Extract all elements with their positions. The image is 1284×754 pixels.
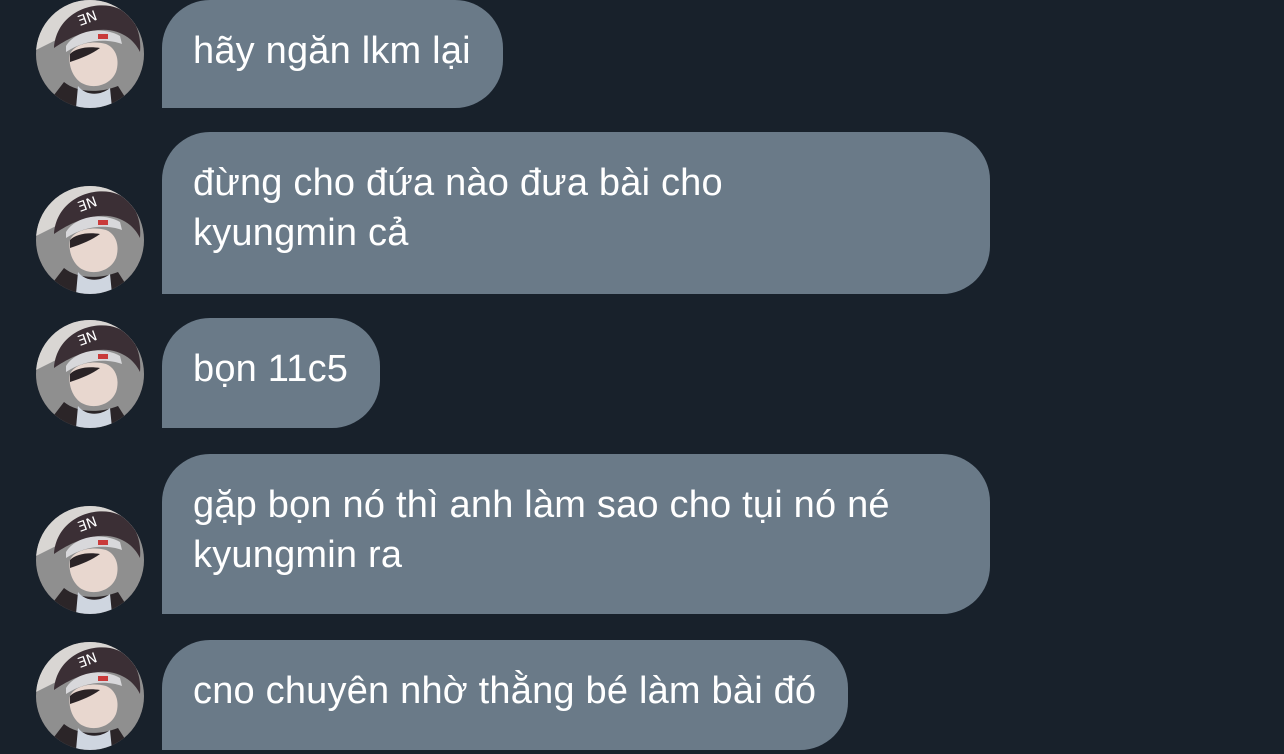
message-bubble[interactable]: đừng cho đứa nào đưa bài cho kyungmin cả	[162, 132, 990, 294]
message-bubble[interactable]: hãy ngăn lkm lại	[162, 0, 503, 108]
chat-thread: ƎN hãy ngăn lkm lại ƎN đừng cho đứa nào …	[0, 0, 1284, 754]
avatar[interactable]: ƎN	[36, 0, 144, 108]
avatar[interactable]: ƎN	[36, 320, 144, 428]
message-bubble[interactable]: bọn 11c5	[162, 318, 381, 428]
message-text: hãy ngăn lkm lại	[193, 30, 471, 72]
avatar[interactable]: ƎN	[36, 506, 144, 614]
message-text: đừng cho đứa nào đưa bài cho kyungmin cả	[193, 162, 723, 254]
message-text: cno chuyên nhờ thằng bé làm bài đó	[193, 670, 817, 712]
avatar-photo-icon: ƎN	[36, 0, 144, 108]
avatar-photo-icon: ƎN	[36, 186, 144, 294]
avatar[interactable]: ƎN	[36, 186, 144, 294]
avatar-photo-icon: ƎN	[36, 506, 144, 614]
message-bubble[interactable]: gặp bọn nó thì anh làm sao cho tụi nó né…	[162, 454, 990, 614]
message-bubble[interactable]: cno chuyên nhờ thằng bé làm bài đó	[162, 640, 849, 750]
message-text: bọn 11c5	[193, 348, 349, 390]
avatar[interactable]: ƎN	[36, 642, 144, 750]
avatar-photo-icon: ƎN	[36, 642, 144, 750]
avatar-photo-icon: ƎN	[36, 320, 144, 428]
message-text: gặp bọn nó thì anh làm sao cho tụi nó né…	[193, 484, 890, 576]
